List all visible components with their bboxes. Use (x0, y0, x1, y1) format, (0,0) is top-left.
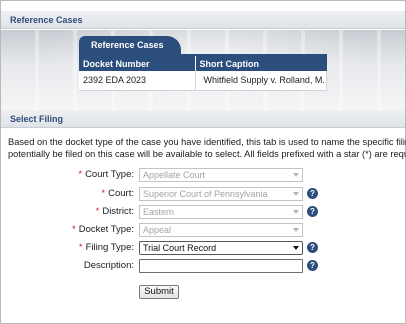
chevron-down-icon (293, 246, 299, 250)
chevron-down-icon (293, 192, 299, 196)
district-label: * District: (95, 206, 134, 217)
court-select[interactable]: Superior Court of Pennsylvania (139, 187, 303, 201)
district-row: * District: Eastern ? (0, 205, 406, 221)
help-icon[interactable]: ? (307, 206, 318, 217)
filing-type-select[interactable]: Trial Court Record (139, 241, 303, 255)
court-row: * Court: Superior Court of Pennsylvania ? (0, 187, 406, 203)
table-row[interactable]: 2392 EDA 2023 Whitfield Supply v. Rollan… (79, 71, 327, 91)
description-input[interactable] (139, 259, 303, 273)
required-star: * (95, 206, 100, 217)
help-icon[interactable]: ? (307, 260, 318, 271)
table-header-row: Docket Number Short Caption (79, 56, 327, 71)
court-label: * Court: (101, 188, 134, 199)
court-type-label: * Court Type: (78, 169, 134, 180)
description-line-2: potentially be filed on this case will b… (8, 149, 406, 159)
help-icon[interactable]: ? (307, 242, 318, 253)
submit-button[interactable]: Submit (139, 285, 179, 299)
column-header-short-caption[interactable]: Short Caption (195, 56, 327, 71)
required-star: * (78, 242, 83, 253)
district-select[interactable]: Eastern (139, 205, 303, 219)
docket-type-label: * Docket Type: (72, 224, 134, 235)
chevron-down-icon (293, 228, 299, 232)
description-row: Description: ? (0, 259, 406, 275)
filing-type-row: * Filing Type: Trial Court Record ? (0, 241, 406, 257)
docket-type-row: * Docket Type: Appeal (0, 223, 406, 239)
docket-type-select[interactable]: Appeal (139, 223, 303, 237)
filing-type-label: * Filing Type: (78, 242, 134, 253)
court-type-select[interactable]: Appellate Court (139, 168, 303, 182)
court-type-row: * Court Type: Appellate Court (0, 168, 406, 184)
chevron-down-icon (293, 210, 299, 214)
chevron-down-icon (293, 173, 299, 177)
select-filing-header: Select Filing (1, 110, 405, 128)
tab-reference-cases[interactable]: Reference Cases (79, 36, 181, 55)
description-label: Description: (83, 260, 134, 271)
reference-cases-table: Docket Number Short Caption 2392 EDA 202… (79, 56, 327, 91)
reference-cases-header: Reference Cases (1, 11, 405, 29)
description-line-1: Based on the docket type of the case you… (8, 137, 406, 147)
short-caption-cell: Whitfield Supply v. Rolland, M. (195, 71, 327, 91)
required-star: * (101, 188, 106, 199)
select-filing-description: Based on the docket type of the case you… (8, 136, 406, 160)
help-icon[interactable]: ? (307, 188, 318, 199)
docket-number-cell: 2392 EDA 2023 (79, 71, 196, 91)
required-star: * (78, 169, 83, 180)
required-star: * (72, 224, 76, 235)
column-header-docket-number[interactable]: Docket Number (79, 56, 196, 71)
